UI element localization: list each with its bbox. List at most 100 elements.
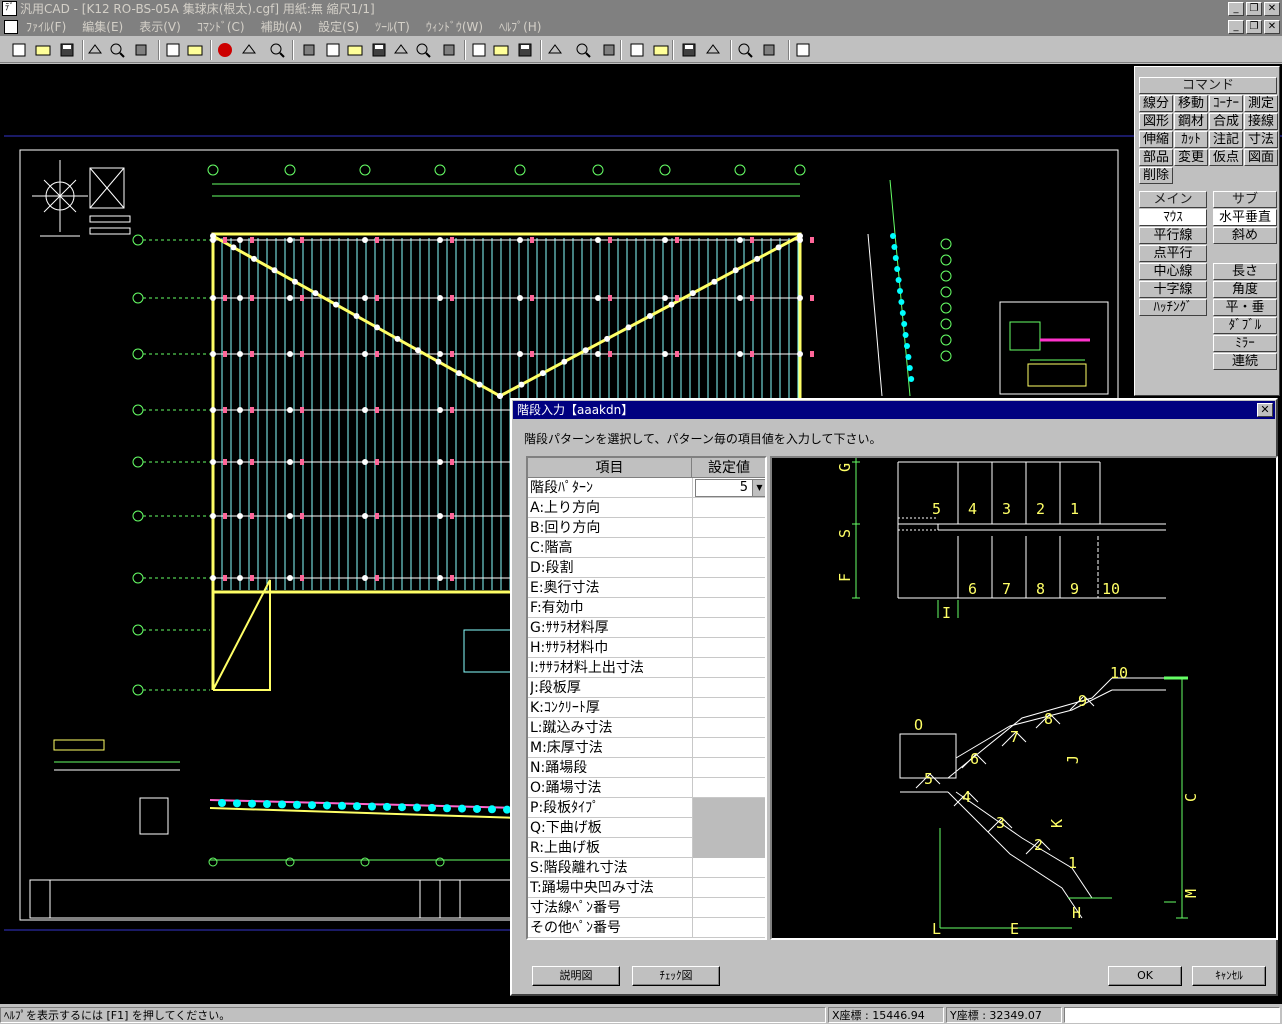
check-diagram-button[interactable]: ﾁｪｯｸ図 <box>632 966 720 986</box>
document-icon[interactable] <box>4 20 18 34</box>
sub-item-1[interactable]: 斜め <box>1213 227 1277 244</box>
open-folder-icon[interactable] <box>34 41 52 59</box>
save-icon[interactable] <box>58 41 76 59</box>
doc-minimize-icon[interactable]: _ <box>1228 20 1244 34</box>
redo-icon[interactable] <box>186 41 204 59</box>
menu-item-8[interactable]: ﾍﾙﾌﾟ(H) <box>499 18 541 36</box>
row-value-cell[interactable] <box>692 638 765 658</box>
menu-item-5[interactable]: 設定(S) <box>318 18 359 36</box>
search-icon[interactable] <box>600 41 618 59</box>
measure-icon[interactable] <box>628 41 646 59</box>
filter-icon[interactable] <box>760 41 778 59</box>
command-button-3[interactable]: 測定 <box>1244 95 1278 112</box>
command-button-0[interactable]: 線分 <box>1139 95 1173 112</box>
row-value-cell[interactable] <box>692 538 765 558</box>
row-value-cell[interactable] <box>692 858 765 878</box>
row-value-cell[interactable] <box>692 618 765 638</box>
command-button-11[interactable]: 寸法 <box>1244 131 1278 148</box>
sub-item-4[interactable]: 平・垂 <box>1213 299 1277 316</box>
zoom-window-icon[interactable] <box>324 41 342 59</box>
command-button-5[interactable]: 鋼材 <box>1174 113 1208 130</box>
sub-item-5[interactable]: ﾀﾞﾌﾞﾙ <box>1213 317 1277 334</box>
command-button-14[interactable]: 仮点 <box>1209 149 1243 166</box>
esc-icon[interactable] <box>216 41 234 59</box>
zoom-all-icon[interactable] <box>346 41 364 59</box>
main-item-2[interactable]: 点平行 <box>1139 245 1207 262</box>
move-icon[interactable] <box>268 41 286 59</box>
main-item-1[interactable]: 平行線 <box>1139 227 1207 244</box>
row-value-cell[interactable] <box>692 498 765 518</box>
window-icon[interactable] <box>704 41 722 59</box>
new-file-icon[interactable] <box>10 41 28 59</box>
command-button-9[interactable]: ｶｯﾄ <box>1174 131 1208 148</box>
command-button-7[interactable]: 接線 <box>1244 113 1278 130</box>
text-abc2-icon[interactable] <box>492 41 510 59</box>
undo-icon[interactable] <box>164 41 182 59</box>
row-value-cell[interactable] <box>692 658 765 678</box>
doc-restore-icon[interactable]: ❐ <box>1246 20 1262 34</box>
app-icon[interactable]: ﾃﾞ <box>2 1 17 16</box>
command-button-13[interactable]: 変更 <box>1174 149 1208 166</box>
menu-item-7[interactable]: ｳｨﾝﾄﾞｳ(W) <box>426 18 483 36</box>
zoom-area-icon[interactable] <box>370 41 388 59</box>
menu-item-2[interactable]: 表示(V) <box>139 18 181 36</box>
command-button-16[interactable]: 削除 <box>1139 167 1173 184</box>
row-value-cell[interactable] <box>692 518 765 538</box>
row-value-cell[interactable] <box>692 578 765 598</box>
command-button-12[interactable]: 部品 <box>1139 149 1173 166</box>
restore-icon[interactable]: ❐ <box>1246 2 1262 16</box>
menu-item-4[interactable]: 補助(A) <box>261 18 303 36</box>
minimize-icon[interactable]: _ <box>1228 2 1244 16</box>
sub-item-7[interactable]: 連続 <box>1213 353 1277 370</box>
stair-pattern-select[interactable]: 5 ▼ <box>695 479 765 497</box>
cursor-icon[interactable] <box>440 41 458 59</box>
doc-close-icon[interactable]: ✕ <box>1264 20 1280 34</box>
print-icon[interactable] <box>86 41 104 59</box>
row-value-cell[interactable] <box>692 738 765 758</box>
text-abc-icon[interactable] <box>470 41 488 59</box>
zoom-in-icon[interactable] <box>392 41 410 59</box>
dialog-close-icon[interactable]: ✕ <box>1257 403 1273 417</box>
command-button-1[interactable]: 移動 <box>1174 95 1208 112</box>
main-item-0[interactable]: ﾏｳｽ <box>1139 209 1207 226</box>
cancel-button[interactable]: ｷｬﾝｾﾙ <box>1192 966 1266 986</box>
copy-icon[interactable] <box>680 41 698 59</box>
ok-button[interactable]: OK <box>1108 966 1182 986</box>
edit-icon[interactable] <box>736 41 754 59</box>
zoom-out-icon[interactable] <box>414 41 432 59</box>
command-button-8[interactable]: 伸縮 <box>1139 131 1173 148</box>
sub-item-2[interactable]: 長さ <box>1213 263 1277 280</box>
menu-item-3[interactable]: ｺﾏﾝﾄﾞ(C) <box>197 18 245 36</box>
row-value-cell[interactable] <box>692 878 765 898</box>
row-value-cell[interactable] <box>692 678 765 698</box>
filter2-icon[interactable] <box>794 41 812 59</box>
rectangle-icon[interactable] <box>300 41 318 59</box>
help-diagram-button[interactable]: 説明図 <box>532 966 620 986</box>
command-button-6[interactable]: 合成 <box>1209 113 1243 130</box>
dropdown-arrow-icon[interactable]: ▼ <box>752 480 765 496</box>
row-value-cell[interactable] <box>692 778 765 798</box>
row-value-cell[interactable] <box>692 898 765 918</box>
command-button-10[interactable]: 注記 <box>1209 131 1243 148</box>
main-item-4[interactable]: 十字線 <box>1139 281 1207 298</box>
command-button-2[interactable]: ｺｰﾅｰ <box>1209 95 1243 112</box>
main-item-3[interactable]: 中心線 <box>1139 263 1207 280</box>
sub-item-0[interactable]: 水平垂直 <box>1213 209 1277 226</box>
properties-icon[interactable] <box>652 41 670 59</box>
main-item-5[interactable]: ﾊｯﾁﾝｸﾞ <box>1139 299 1207 316</box>
sub-item-3[interactable]: 角度 <box>1213 281 1277 298</box>
command-button-4[interactable]: 図形 <box>1139 113 1173 130</box>
sub-item-6[interactable]: ﾐﾗｰ <box>1213 335 1277 352</box>
close-icon[interactable]: ✕ <box>1264 2 1280 16</box>
stop-icon[interactable] <box>546 41 564 59</box>
row-value-cell[interactable]: 5 ▼ <box>692 478 765 498</box>
plot-icon[interactable] <box>132 41 150 59</box>
select-icon[interactable] <box>240 41 258 59</box>
command-button-15[interactable]: 図面 <box>1244 149 1278 166</box>
row-value-cell[interactable] <box>692 758 765 778</box>
trim-icon[interactable] <box>516 41 534 59</box>
row-value-cell[interactable] <box>692 718 765 738</box>
menu-item-0[interactable]: ﾌｧｲﾙ(F) <box>26 18 66 36</box>
row-value-cell[interactable] <box>692 558 765 578</box>
menu-item-1[interactable]: 編集(E) <box>82 18 123 36</box>
